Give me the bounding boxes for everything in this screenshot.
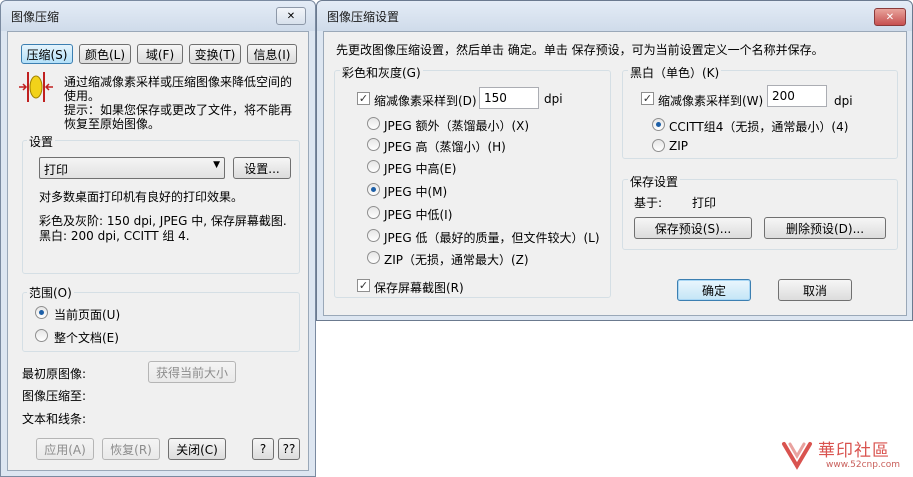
tab-color[interactable]: 颜色(L) bbox=[79, 44, 131, 64]
save-screenshot-checkbox[interactable]: ✓ bbox=[357, 279, 370, 292]
compressed-size-label: 图像压缩至: bbox=[22, 389, 87, 403]
tab-transform[interactable]: 变换(T) bbox=[189, 44, 241, 64]
delete-preset-button[interactable]: 删除预设(D)... bbox=[764, 217, 886, 239]
right-window-close-button[interactable]: ✕ bbox=[874, 8, 906, 26]
settings-button[interactable]: 设置... bbox=[233, 157, 291, 179]
chevron-down-icon: ▼ bbox=[213, 160, 220, 170]
jpeg-medium-high-radio[interactable] bbox=[367, 160, 380, 173]
close-icon: ✕ bbox=[286, 10, 296, 22]
tab-compress[interactable]: 压缩(S) bbox=[21, 44, 73, 64]
left-window-title: 图像压缩 bbox=[11, 10, 60, 24]
based-on-value: 打印 bbox=[692, 196, 717, 210]
range-whole-document-radio[interactable] bbox=[35, 329, 48, 342]
mono-downsample-label[interactable]: 缩减像素采样到(W) bbox=[658, 92, 763, 109]
jpeg-medium-high-label[interactable]: JPEG 中高(E) bbox=[384, 160, 456, 177]
watermark-url: www.52cnp.com bbox=[826, 460, 901, 470]
range-current-page-radio[interactable] bbox=[35, 306, 48, 319]
range-current-page-label[interactable]: 当前页面(U) bbox=[54, 306, 120, 323]
jpeg-extra-label[interactable]: JPEG 额外（蒸馏最小）(X) bbox=[384, 117, 529, 134]
color-downsample-checkbox[interactable]: ✓ bbox=[357, 92, 370, 105]
jpeg-high-radio[interactable] bbox=[367, 138, 380, 151]
mono-zip-label[interactable]: ZIP bbox=[669, 139, 688, 153]
ccitt-group4-label[interactable]: CCITT组4（无损，通常最小）(4) bbox=[669, 118, 848, 135]
left-window-titlebar[interactable]: 图像压缩 ✕ bbox=[1, 1, 315, 31]
preset-summary-line2: 黑白: 200 dpi, CCITT 组 4. bbox=[39, 229, 190, 243]
watermark-logo-icon bbox=[780, 438, 814, 472]
jpeg-medium-low-label[interactable]: JPEG 中低(I) bbox=[384, 206, 452, 223]
color-downsample-label[interactable]: 缩减像素采样到(D) bbox=[374, 92, 477, 109]
jpeg-medium-radio[interactable] bbox=[367, 183, 380, 196]
preset-select[interactable]: 打印 ▼ bbox=[39, 157, 225, 179]
tab-info[interactable]: 信息(I) bbox=[247, 44, 297, 64]
restore-button[interactable]: 恢复(R) bbox=[102, 438, 160, 460]
close-button[interactable]: 关闭(C) bbox=[168, 438, 226, 460]
text-lines-label: 文本和线条: bbox=[22, 412, 87, 426]
zip-lossless-radio[interactable] bbox=[367, 251, 380, 264]
range-whole-document-label[interactable]: 整个文档(E) bbox=[54, 329, 119, 346]
color-dpi-unit: dpi bbox=[544, 92, 563, 106]
save-preset-button[interactable]: 保存预设(S)... bbox=[634, 217, 752, 239]
right-window-client: 先更改图像压缩设置，然后单击 确定。单击 保存预设，可为当前设置定义一个名称并保… bbox=[323, 31, 907, 316]
help-button[interactable]: ? bbox=[252, 438, 274, 460]
based-on-label: 基于: bbox=[634, 196, 663, 210]
preset-select-value: 打印 bbox=[44, 163, 69, 177]
jpeg-high-label[interactable]: JPEG 高（蒸馏小）(H) bbox=[384, 138, 506, 155]
ok-button[interactable]: 确定 bbox=[677, 279, 751, 301]
mono-group-label: 黑白（单色）(K) bbox=[628, 64, 722, 81]
watermark-text: 華印社區 bbox=[818, 441, 890, 461]
color-dpi-input[interactable]: 150 bbox=[479, 87, 539, 109]
right-window-titlebar[interactable]: 图像压缩设置 ✕ bbox=[317, 1, 912, 31]
mono-dpi-unit: dpi bbox=[834, 94, 853, 108]
image-compression-settings-dialog: 图像压缩设置 ✕ 先更改图像压缩设置，然后单击 确定。单击 保存预设，可为当前设… bbox=[316, 0, 913, 321]
right-window-title: 图像压缩设置 bbox=[327, 10, 400, 24]
original-size-label: 最初原图像: bbox=[22, 367, 87, 381]
settings-group-label: 设置 bbox=[27, 133, 56, 150]
mono-dpi-input[interactable]: 200 bbox=[767, 85, 827, 107]
dialog-intro-text: 先更改图像压缩设置，然后单击 确定。单击 保存预设，可为当前设置定义一个名称并保… bbox=[336, 43, 824, 57]
apply-button[interactable]: 应用(A) bbox=[36, 438, 94, 460]
left-window-client: 压缩(S) 颜色(L) 域(F) 变换(T) 信息(I) 通过缩减像素采样或压缩… bbox=[7, 31, 309, 471]
color-gray-group-label: 彩色和灰度(G) bbox=[340, 64, 423, 81]
preset-group-label: 保存设置 bbox=[628, 173, 681, 190]
jpeg-medium-low-radio[interactable] bbox=[367, 206, 380, 219]
range-group-label: 范围(O) bbox=[27, 284, 74, 301]
cancel-button[interactable]: 取消 bbox=[778, 279, 852, 301]
close-icon: ✕ bbox=[885, 11, 895, 23]
compress-icon bbox=[18, 70, 54, 104]
mono-downsample-checkbox[interactable]: ✓ bbox=[641, 92, 654, 105]
ccitt-group4-radio[interactable] bbox=[652, 118, 665, 131]
jpeg-low-label[interactable]: JPEG 低（最好的质量，但文件较大）(L) bbox=[384, 229, 600, 246]
zip-lossless-label[interactable]: ZIP（无损，通常最大）(Z) bbox=[384, 251, 529, 268]
left-window-close-button[interactable]: ✕ bbox=[276, 7, 306, 25]
image-compression-window: 图像压缩 ✕ 压缩(S) 颜色(L) 域(F) 变换(T) 信息(I) 通过缩减… bbox=[0, 0, 316, 477]
jpeg-low-radio[interactable] bbox=[367, 229, 380, 242]
hint-line2: 恢复至原始图像。 bbox=[64, 117, 161, 131]
jpeg-medium-label[interactable]: JPEG 中(M) bbox=[384, 183, 447, 200]
get-current-size-button[interactable]: 获得当前大小 bbox=[148, 361, 236, 383]
preset-description: 对多数桌面打印机有良好的打印效果。 bbox=[39, 190, 244, 204]
jpeg-extra-radio[interactable] bbox=[367, 117, 380, 130]
watermark: 華印社區 www.52cnp.com bbox=[780, 436, 910, 476]
save-screenshot-label[interactable]: 保存屏幕截图(R) bbox=[374, 279, 464, 296]
help-context-button[interactable]: ?? bbox=[278, 438, 300, 460]
mono-zip-radio[interactable] bbox=[652, 139, 665, 152]
tab-fields[interactable]: 域(F) bbox=[137, 44, 183, 64]
